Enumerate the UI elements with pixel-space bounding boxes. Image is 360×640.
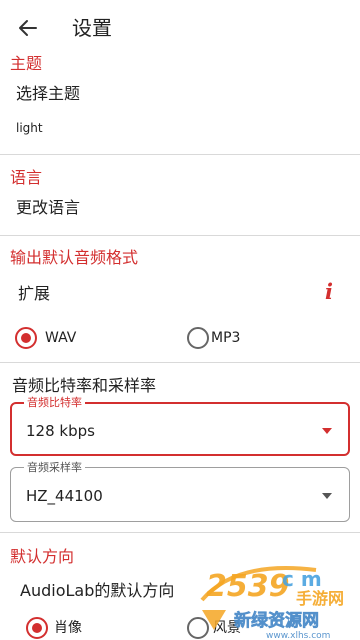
extension-label: 扩展 — [18, 284, 51, 303]
app-bar: 设置 — [0, 0, 360, 54]
divider — [0, 154, 360, 155]
change-language-item[interactable]: 更改语言 — [16, 197, 80, 219]
divider — [0, 532, 360, 533]
radio-landscape-label: 风景 — [213, 620, 241, 636]
samplerate-label: 音频采样率 — [24, 461, 85, 475]
section-title-theme: 主题 — [10, 54, 43, 73]
samplerate-dropdown[interactable]: 音频采样率 HZ_44100 — [10, 461, 350, 522]
info-icon[interactable]: i — [322, 281, 336, 303]
section-title-output-format: 输出默认音频格式 — [10, 248, 139, 267]
page-title: 设置 — [72, 16, 112, 40]
divider — [0, 362, 360, 363]
select-theme-item[interactable]: 选择主题 — [16, 83, 80, 105]
chevron-down-icon — [322, 428, 332, 434]
radio-portrait-label: 肖像 — [54, 620, 82, 636]
back-button[interactable] — [14, 14, 42, 42]
bitrate-value: 128 kbps — [26, 422, 95, 440]
radio-landscape[interactable] — [187, 617, 209, 639]
section-title-language: 语言 — [10, 168, 43, 187]
bitrate-label: 音频比特率 — [24, 396, 85, 410]
watermark-tagline: 新绿资源网 — [234, 610, 319, 631]
radio-portrait[interactable] — [26, 617, 48, 639]
audio-settings-title: 音频比特率和采样率 — [12, 376, 157, 395]
watermark-url: www.xlhs.com — [266, 631, 330, 640]
bitrate-dropdown[interactable]: 音频比特率 128 kbps — [10, 396, 350, 456]
watermark-site: 手游网 — [296, 589, 344, 608]
samplerate-value: HZ_44100 — [26, 487, 103, 505]
arrow-left-icon — [19, 20, 37, 36]
radio-mp3[interactable] — [187, 327, 209, 349]
section-title-orientation: 默认方向 — [10, 547, 75, 566]
watermark-suffix: c m — [282, 567, 322, 591]
radio-wav-label: WAV — [45, 330, 77, 346]
theme-value: light — [16, 121, 43, 135]
orientation-subtitle: AudioLab的默认方向 — [20, 581, 175, 600]
divider — [0, 235, 360, 236]
radio-wav[interactable] — [15, 327, 37, 349]
radio-mp3-label: MP3 — [211, 330, 241, 346]
watermark-logo-text: 2539 — [206, 569, 290, 604]
chevron-down-icon — [322, 493, 332, 499]
